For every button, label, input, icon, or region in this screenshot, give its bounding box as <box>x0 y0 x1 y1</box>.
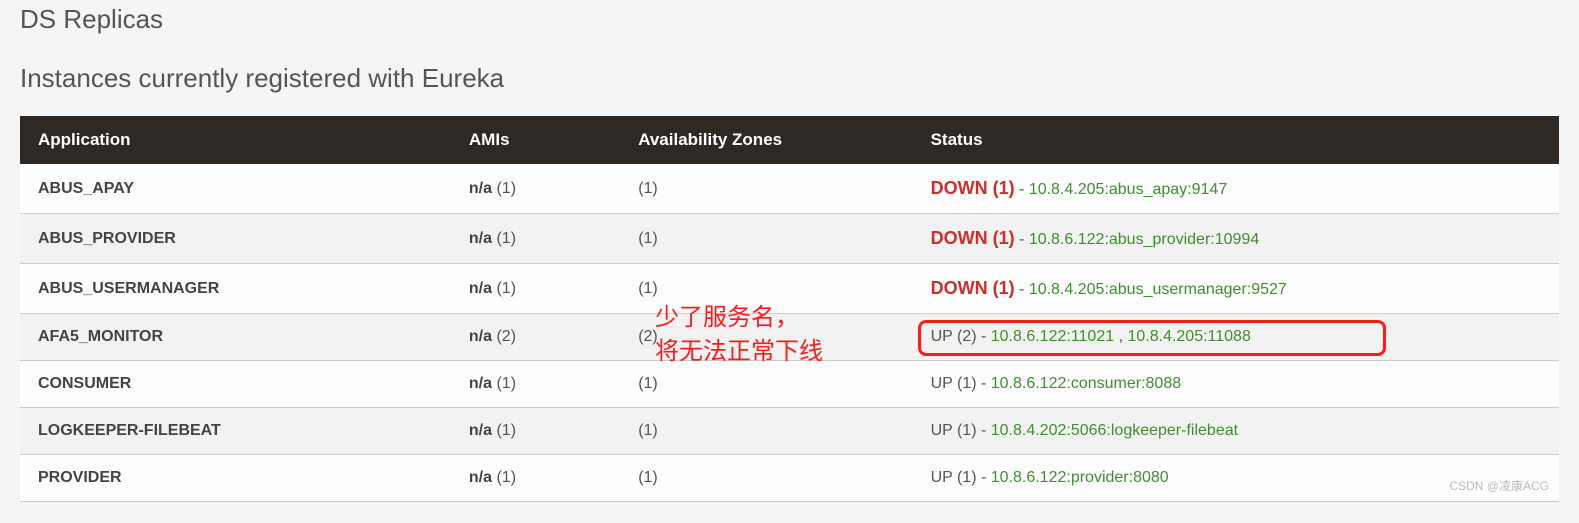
amis-cell: n/a (1) <box>451 361 620 408</box>
zones-cell: (1) <box>620 164 912 214</box>
ds-replicas-header: DS Replicas <box>20 4 1559 35</box>
table-row: ABUS_PROVIDERn/a (1)(1)DOWN (1) - 10.8.6… <box>20 214 1559 264</box>
instance-link[interactable]: 10.8.6.122:provider:8080 <box>991 469 1169 486</box>
status-dash: - <box>977 469 991 486</box>
instance-link[interactable]: 10.8.6.122:consumer:8088 <box>991 375 1181 392</box>
amis-count: (1) <box>492 230 516 247</box>
amis-cell: n/a (1) <box>451 164 620 214</box>
app-name-cell: ABUS_USERMANAGER <box>20 264 451 314</box>
status-cell: UP (1) - 10.8.6.122:consumer:8088 <box>913 361 1559 408</box>
col-header-zones: Availability Zones <box>620 116 912 164</box>
status-label: DOWN (1) <box>931 278 1015 298</box>
instance-link[interactable]: 10.8.6.122:abus_provider:10994 <box>1029 231 1259 248</box>
table-row: LOGKEEPER-FILEBEATn/a (1)(1)UP (1) - 10.… <box>20 408 1559 455</box>
amis-count: (1) <box>492 180 516 197</box>
amis-count: (1) <box>492 280 516 297</box>
amis-prefix: n/a <box>469 280 492 297</box>
instance-link[interactable]: 10.8.4.202:5066:logkeeper-filebeat <box>991 422 1238 439</box>
table-row: PROVIDERn/a (1)(1)UP (1) - 10.8.6.122:pr… <box>20 455 1559 502</box>
instance-link[interactable]: 10.8.4.205:11088 <box>1127 328 1250 345</box>
zones-cell: (2) <box>620 314 912 361</box>
status-cell: DOWN (1) - 10.8.6.122:abus_provider:1099… <box>913 214 1559 264</box>
status-label: UP (1) <box>931 375 977 392</box>
watermark: CSDN @凌康ACG <box>1449 477 1549 494</box>
col-header-status: Status <box>913 116 1559 164</box>
app-name-cell: LOGKEEPER-FILEBEAT <box>20 408 451 455</box>
status-label: DOWN (1) <box>931 178 1015 198</box>
amis-prefix: n/a <box>469 230 492 247</box>
amis-count: (1) <box>492 469 516 486</box>
status-dash: - <box>977 422 991 439</box>
amis-cell: n/a (1) <box>451 214 620 264</box>
status-label: UP (1) <box>931 469 977 486</box>
zones-cell: (1) <box>620 214 912 264</box>
status-cell: UP (1) - 10.8.4.202:5066:logkeeper-fileb… <box>913 408 1559 455</box>
col-header-amis: AMIs <box>451 116 620 164</box>
instance-link[interactable]: 10.8.4.205:abus_usermanager:9527 <box>1029 281 1287 298</box>
status-dash: - <box>1015 231 1029 248</box>
instance-link[interactable]: 10.8.6.122:11021 <box>991 328 1114 345</box>
status-dash: - <box>1015 281 1029 298</box>
amis-cell: n/a (1) <box>451 455 620 502</box>
table-header-row: Application AMIs Availability Zones Stat… <box>20 116 1559 164</box>
zones-cell: (1) <box>620 264 912 314</box>
app-name-cell: CONSUMER <box>20 361 451 408</box>
instances-header: Instances currently registered with Eure… <box>20 63 1559 94</box>
amis-cell: n/a (2) <box>451 314 620 361</box>
status-label: UP (1) <box>931 422 977 439</box>
col-header-application: Application <box>20 116 451 164</box>
amis-count: (1) <box>492 375 516 392</box>
instance-link[interactable]: 10.8.4.205:abus_apay:9147 <box>1029 181 1227 198</box>
zones-cell: (1) <box>620 455 912 502</box>
status-dash: - <box>977 328 991 345</box>
table-row: ABUS_APAYn/a (1)(1)DOWN (1) - 10.8.4.205… <box>20 164 1559 214</box>
amis-cell: n/a (1) <box>451 408 620 455</box>
instances-table: Application AMIs Availability Zones Stat… <box>20 116 1559 502</box>
status-cell: UP (2) - 10.8.6.122:11021 , 10.8.4.205:1… <box>913 314 1559 361</box>
table-row: CONSUMERn/a (1)(1)UP (1) - 10.8.6.122:co… <box>20 361 1559 408</box>
table-row: AFA5_MONITORn/a (2)(2)UP (2) - 10.8.6.12… <box>20 314 1559 361</box>
table-row: ABUS_USERMANAGERn/a (1)(1)DOWN (1) - 10.… <box>20 264 1559 314</box>
amis-prefix: n/a <box>469 328 492 345</box>
amis-prefix: n/a <box>469 422 492 439</box>
zones-cell: (1) <box>620 408 912 455</box>
status-label: DOWN (1) <box>931 228 1015 248</box>
app-name-cell: AFA5_MONITOR <box>20 314 451 361</box>
amis-prefix: n/a <box>469 180 492 197</box>
status-dash: - <box>977 375 991 392</box>
amis-cell: n/a (1) <box>451 264 620 314</box>
amis-prefix: n/a <box>469 469 492 486</box>
amis-count: (2) <box>492 328 516 345</box>
app-name-cell: ABUS_APAY <box>20 164 451 214</box>
amis-count: (1) <box>492 422 516 439</box>
zones-cell: (1) <box>620 361 912 408</box>
app-name-cell: ABUS_PROVIDER <box>20 214 451 264</box>
status-cell: DOWN (1) - 10.8.4.205:abus_apay:9147 <box>913 164 1559 214</box>
status-label: UP (2) <box>931 328 977 345</box>
instance-separator: , <box>1114 328 1127 345</box>
status-cell: DOWN (1) - 10.8.4.205:abus_usermanager:9… <box>913 264 1559 314</box>
status-dash: - <box>1015 181 1029 198</box>
app-name-cell: PROVIDER <box>20 455 451 502</box>
amis-prefix: n/a <box>469 375 492 392</box>
